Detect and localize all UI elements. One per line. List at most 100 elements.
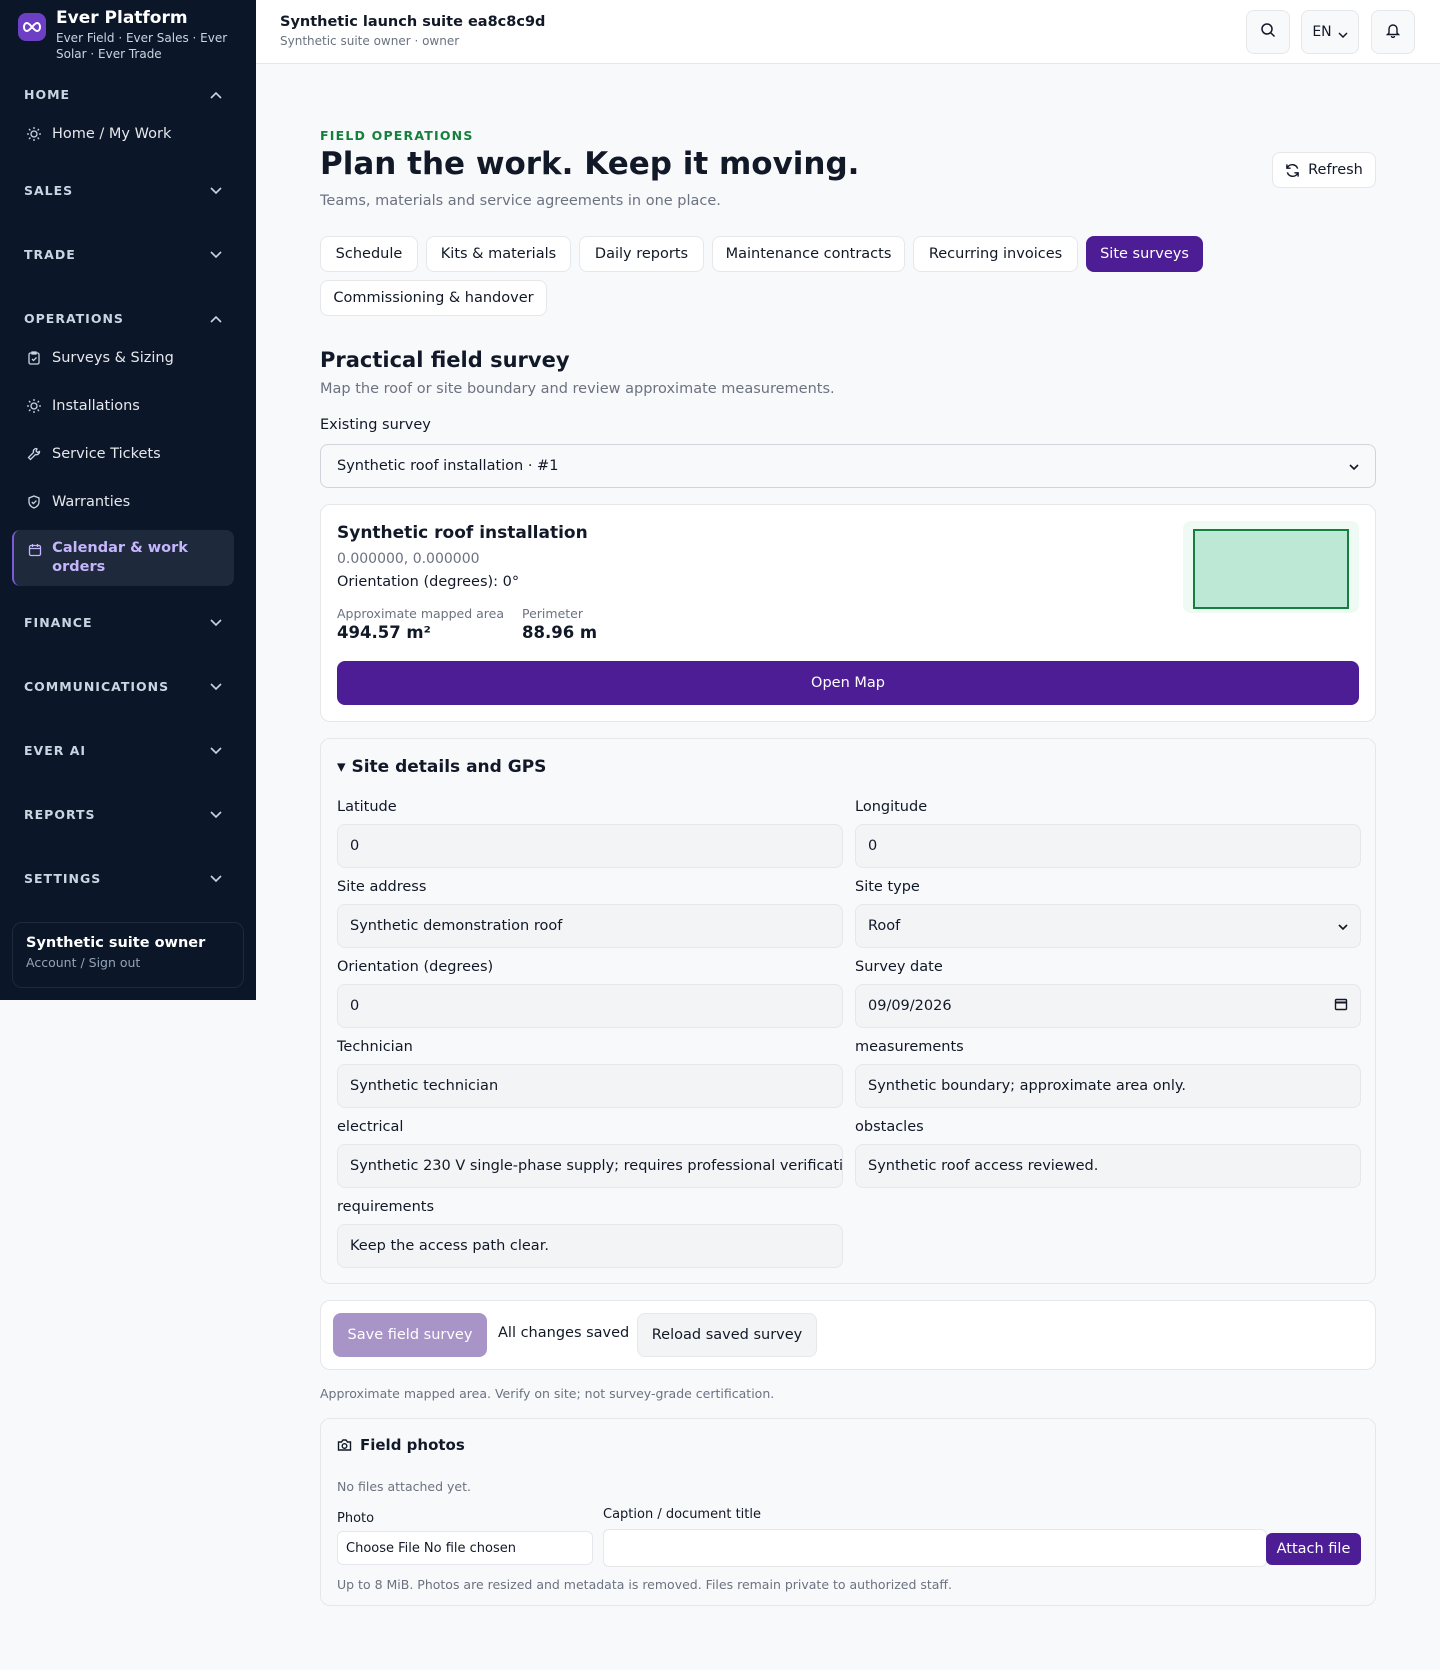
chevron-down-icon bbox=[210, 183, 222, 198]
nav-section-label: HOME bbox=[24, 86, 71, 102]
sidebar-item-label: Home / My Work bbox=[52, 126, 172, 142]
photo-label: Photo bbox=[337, 1511, 375, 1526]
existing-survey-select[interactable]: Synthetic roof installation · #1 bbox=[320, 444, 1376, 488]
latitude-label: Latitude bbox=[337, 799, 397, 815]
latitude-input[interactable]: 0 bbox=[337, 824, 843, 868]
open-map-button[interactable]: Open Map bbox=[337, 661, 1359, 705]
field-photos-panel: Field photos No files attached yet. Phot… bbox=[320, 1418, 1376, 1606]
nav-section-label: SALES bbox=[24, 182, 74, 198]
page-eyebrow: FIELD OPERATIONS bbox=[320, 128, 474, 143]
nav-section-reports[interactable]: REPORTS bbox=[0, 782, 256, 846]
sun-icon bbox=[26, 126, 42, 142]
infinity-logo-icon bbox=[18, 13, 46, 41]
tab-kits-materials[interactable]: Kits & materials bbox=[426, 236, 571, 272]
choose-file-button[interactable]: Choose File bbox=[346, 1541, 420, 1556]
save-bar: Save field survey All changes saved Relo… bbox=[320, 1300, 1376, 1370]
area-label: Approximate mapped area bbox=[337, 606, 504, 621]
nav-section-ever-ai[interactable]: EVER AI bbox=[0, 718, 256, 782]
area-value: 494.57 m² bbox=[337, 623, 431, 642]
survey-date-input[interactable]: 09/09/2026 bbox=[855, 984, 1361, 1028]
site-address-input[interactable]: Synthetic demonstration roof bbox=[337, 904, 843, 948]
camera-icon bbox=[337, 1438, 352, 1452]
search-button[interactable] bbox=[1246, 10, 1290, 54]
tab-recurring-invoices[interactable]: Recurring invoices bbox=[913, 236, 1078, 272]
sidebar-item-label: Calendar & work orders bbox=[52, 540, 188, 575]
site-details-panel: ▾ Site details and GPS Latitude 0 Longit… bbox=[320, 738, 1376, 1284]
map-preview bbox=[1183, 521, 1359, 613]
save-field-survey-button[interactable]: Save field survey bbox=[333, 1313, 487, 1357]
photo-file-input[interactable]: Choose File No file chosen bbox=[337, 1531, 593, 1565]
language-select[interactable]: EN bbox=[1301, 10, 1359, 54]
reload-saved-survey-button[interactable]: Reload saved survey bbox=[637, 1313, 817, 1357]
refresh-label: Refresh bbox=[1308, 162, 1363, 178]
tab-schedule[interactable]: Schedule bbox=[320, 236, 418, 272]
survey-date-value: 09/09/2026 bbox=[868, 998, 952, 1014]
survey-summary-card: Synthetic roof installation 0.000000, 0.… bbox=[320, 504, 1376, 722]
electrical-input[interactable]: Synthetic 230 V single-phase supply; req… bbox=[337, 1144, 843, 1188]
workspace-subtitle: Synthetic suite owner · owner bbox=[280, 34, 460, 48]
chevron-down-icon bbox=[210, 743, 222, 758]
nav-section-communications[interactable]: COMMUNICATIONS bbox=[0, 654, 256, 718]
sidebar-item-label: Warranties bbox=[52, 494, 131, 510]
nav-section-trade[interactable]: TRADE bbox=[0, 222, 256, 286]
refresh-button[interactable]: Refresh bbox=[1272, 152, 1376, 188]
notifications-button[interactable] bbox=[1371, 10, 1415, 54]
file-status: No file chosen bbox=[423, 1540, 516, 1556]
survey-date-label: Survey date bbox=[855, 959, 943, 975]
chevron-down-icon bbox=[1338, 918, 1348, 934]
site-type-select[interactable]: Roof bbox=[855, 904, 1361, 948]
chevron-down-icon bbox=[1338, 23, 1348, 42]
sidebar-item-installations[interactable]: Installations bbox=[0, 382, 256, 430]
site-type-label: Site type bbox=[855, 879, 920, 895]
survey-orientation: Orientation (degrees): 0° bbox=[337, 574, 520, 590]
brand-title: Ever Platform bbox=[56, 8, 188, 28]
account-card[interactable]: Synthetic suite owner Account / Sign out bbox=[12, 922, 244, 988]
orientation-label: Orientation (degrees) bbox=[337, 959, 494, 975]
tab-site-surveys[interactable]: Site surveys bbox=[1086, 236, 1203, 272]
nav-section-sales[interactable]: SALES bbox=[0, 158, 256, 222]
measurements-label: measurements bbox=[855, 1039, 964, 1055]
nav-section-finance[interactable]: FINANCE bbox=[0, 590, 256, 654]
technician-input[interactable]: Synthetic technician bbox=[337, 1064, 843, 1108]
chevron-up-icon bbox=[210, 87, 222, 102]
chevron-down-icon bbox=[210, 615, 222, 630]
shield-check-icon bbox=[26, 494, 42, 510]
sidebar-item-service-tickets[interactable]: Service Tickets bbox=[0, 430, 256, 478]
language-value: EN bbox=[1312, 24, 1332, 40]
survey-name: Synthetic roof installation bbox=[337, 523, 588, 543]
account-links[interactable]: Account / Sign out bbox=[26, 955, 230, 970]
orientation-input[interactable]: 0 bbox=[337, 984, 843, 1028]
longitude-input[interactable]: 0 bbox=[855, 824, 1361, 868]
chevron-up-icon bbox=[210, 311, 222, 326]
nav-section-label: SETTINGS bbox=[24, 870, 102, 886]
sidebar-item-calendar-work-orders[interactable]: Calendar & work orders bbox=[12, 530, 234, 586]
refresh-icon bbox=[1285, 163, 1300, 178]
longitude-label: Longitude bbox=[855, 799, 928, 815]
sidebar-item-home-my-work[interactable]: Home / My Work bbox=[0, 110, 256, 158]
save-status: All changes saved bbox=[498, 1325, 630, 1341]
sidebar-item-surveys-sizing[interactable]: Surveys & Sizing bbox=[0, 334, 256, 382]
attach-file-button[interactable]: Attach file bbox=[1266, 1533, 1361, 1565]
workspace-title: Synthetic launch suite ea8c8c9d bbox=[280, 14, 546, 30]
sidebar: Ever Platform Ever Field · Ever Sales · … bbox=[0, 0, 256, 1000]
search-icon bbox=[1260, 22, 1276, 42]
approximate-area-note: Approximate mapped area. Verify on site;… bbox=[320, 1386, 775, 1401]
nav-section-label: EVER AI bbox=[24, 742, 87, 758]
tab-commissioning-handover[interactable]: Commissioning & handover bbox=[320, 280, 547, 316]
site-details-toggle[interactable]: ▾ Site details and GPS bbox=[337, 757, 546, 777]
nav-section-label: COMMUNICATIONS bbox=[24, 678, 170, 694]
chevron-down-icon bbox=[1349, 458, 1359, 474]
field-photos-title: Field photos bbox=[360, 1436, 465, 1454]
sidebar-item-warranties[interactable]: Warranties bbox=[0, 478, 256, 526]
requirements-input[interactable]: Keep the access path clear. bbox=[337, 1224, 843, 1268]
nav-section-label: TRADE bbox=[24, 246, 76, 262]
calendar-icon[interactable] bbox=[1334, 997, 1348, 1015]
nav-section-settings[interactable]: SETTINGS bbox=[0, 846, 256, 910]
obstacles-input[interactable]: Synthetic roof access reviewed. bbox=[855, 1144, 1361, 1188]
caption-input[interactable] bbox=[603, 1529, 1267, 1567]
tab-maintenance-contracts[interactable]: Maintenance contracts bbox=[712, 236, 905, 272]
measurements-input[interactable]: Synthetic boundary; approximate area onl… bbox=[855, 1064, 1361, 1108]
clipboard-check-icon bbox=[26, 350, 42, 366]
tab-daily-reports[interactable]: Daily reports bbox=[579, 236, 704, 272]
page-title: Plan the work. Keep it moving. bbox=[320, 146, 860, 182]
